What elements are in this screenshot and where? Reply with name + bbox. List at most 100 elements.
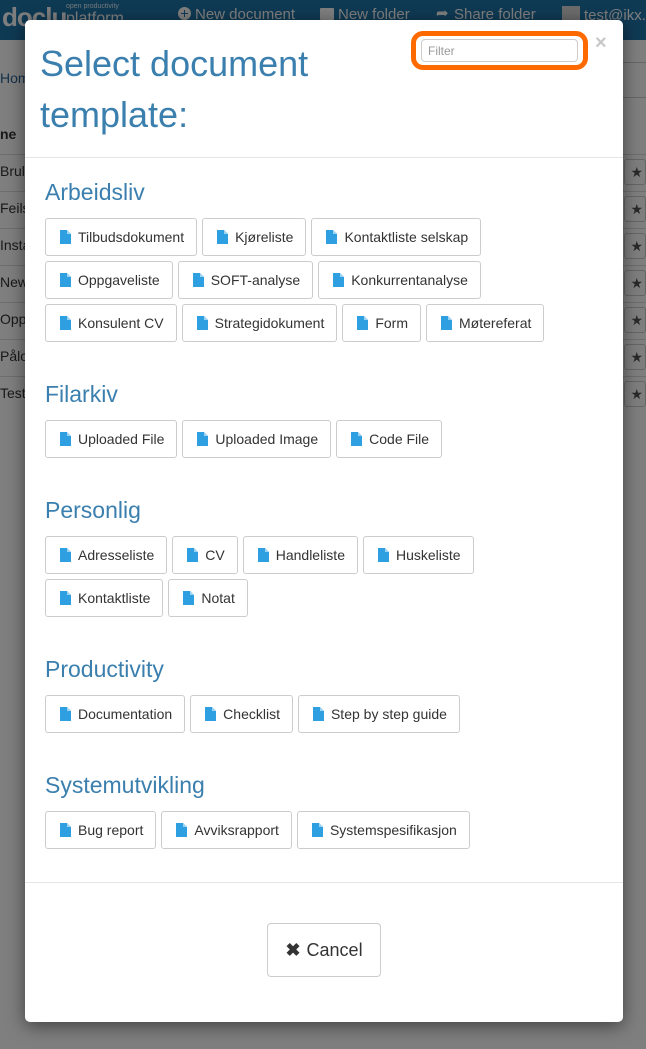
file-icon	[312, 707, 324, 721]
template-button-list: Tilbudsdokument Kjøreliste Kontaktliste se…	[45, 218, 590, 342]
template-button-list: Documentation Checklist Step by step guide	[45, 695, 590, 733]
template-button[interactable]: Code File	[336, 420, 443, 458]
file-icon	[176, 823, 188, 837]
close-x-icon: ✖	[285, 939, 301, 960]
file-icon	[60, 591, 71, 605]
template-button-list: Adresseliste CV Handleliste Huskeliste Konta…	[45, 536, 590, 617]
file-icon	[377, 548, 389, 562]
template-sections: Arbeidsliv Tilbudsdokument Kjøreliste Konta…	[45, 178, 605, 887]
template-label: Form	[375, 315, 409, 331]
file-icon	[60, 823, 71, 837]
template-label: SOFT-analyse	[210, 272, 301, 288]
template-button[interactable]: Tilbudsdokument	[45, 218, 198, 256]
template-label: Konkurrentanalyse	[351, 272, 468, 288]
file-icon	[60, 230, 71, 244]
template-button[interactable]: Avviksrapport	[161, 811, 292, 849]
template-label: Huskeliste	[395, 547, 461, 563]
template-button[interactable]: Step by step guide	[297, 695, 460, 733]
filter-highlight	[411, 31, 588, 70]
template-button[interactable]: Handleliste	[242, 536, 358, 574]
file-icon	[60, 548, 71, 562]
template-label: Tilbudsdokument	[78, 229, 185, 245]
template-label: Avviksrapport	[194, 822, 279, 838]
file-icon	[217, 230, 229, 244]
file-icon	[60, 707, 71, 721]
template-label: Uploaded Image	[215, 431, 319, 447]
file-icon	[326, 230, 338, 244]
template-button[interactable]: Uploaded File	[45, 420, 178, 458]
file-icon	[351, 432, 363, 446]
template-button-list: Bug report Avviksrapport Systemspesifikasj…	[45, 811, 590, 849]
template-button[interactable]: Bug report	[45, 811, 157, 849]
file-icon	[192, 273, 204, 287]
template-button-list: Uploaded File Uploaded Image Code File	[45, 420, 590, 458]
section-title: Filarkiv	[45, 381, 118, 407]
template-section: Productivity Documentation Checklist Step b…	[45, 655, 605, 733]
footer-divider	[25, 882, 623, 883]
file-icon	[183, 591, 195, 605]
template-label: Code File	[369, 431, 430, 447]
file-icon	[441, 316, 453, 330]
file-icon	[257, 548, 269, 562]
template-label: Checklist	[223, 706, 280, 722]
template-label: Step by step guide	[330, 706, 447, 722]
template-section: Personlig Adresseliste CV Handleliste Huskel…	[45, 496, 605, 617]
template-section: Filarkiv Uploaded File Uploaded Image Code …	[45, 380, 605, 458]
template-label: Konsulent CV	[78, 315, 164, 331]
template-button[interactable]: Oppgaveliste	[45, 261, 173, 299]
template-section: Systemutvikling Bug report Avviksrapport Sy…	[45, 771, 605, 849]
template-label: Notat	[201, 590, 235, 606]
cancel-button[interactable]: ✖ Cancel	[267, 923, 381, 977]
template-button[interactable]: Strategidokument	[181, 304, 338, 342]
template-label: Kjøreliste	[235, 229, 294, 245]
file-icon	[205, 707, 217, 721]
file-icon	[187, 548, 199, 562]
template-label: Documentation	[78, 706, 173, 722]
template-button[interactable]: Huskeliste	[362, 536, 474, 574]
template-button[interactable]: Møtereferat	[426, 304, 545, 342]
template-label: CV	[205, 547, 225, 563]
template-button[interactable]: Kjøreliste	[202, 218, 307, 256]
template-section: Arbeidsliv Tilbudsdokument Kjøreliste Konta…	[45, 178, 605, 342]
section-title: Systemutvikling	[45, 772, 205, 798]
section-title: Arbeidsliv	[45, 179, 145, 205]
template-button[interactable]: Konsulent CV	[45, 304, 177, 342]
file-icon	[197, 432, 209, 446]
header-divider	[25, 157, 623, 158]
template-label: Kontaktliste	[78, 590, 151, 606]
select-template-dialog: Select document template: × Arbeidsliv Ti…	[25, 20, 623, 1022]
template-label: Kontaktliste selskap	[344, 229, 469, 245]
template-label: Adresseliste	[78, 547, 155, 563]
template-button[interactable]: Konkurrentanalyse	[318, 261, 481, 299]
section-title: Personlig	[45, 497, 141, 523]
file-icon	[333, 273, 345, 287]
template-button[interactable]: Documentation	[45, 695, 186, 733]
template-button[interactable]: SOFT-analyse	[177, 261, 314, 299]
template-button[interactable]: Kontaktliste	[45, 579, 164, 617]
template-button[interactable]: Adresseliste	[45, 536, 168, 574]
template-label: Systemspesifikasjon	[329, 822, 457, 838]
template-button[interactable]: Systemspesifikasjon	[296, 811, 470, 849]
file-icon	[60, 316, 71, 330]
cancel-label: Cancel	[306, 939, 363, 960]
template-button[interactable]: Kontaktliste selskap	[311, 218, 482, 256]
file-icon	[357, 316, 369, 330]
template-button[interactable]: CV	[172, 536, 238, 574]
template-label: Strategidokument	[214, 315, 325, 331]
template-label: Handleliste	[275, 547, 345, 563]
file-icon	[60, 432, 71, 446]
template-button[interactable]: Uploaded Image	[182, 420, 332, 458]
file-icon	[60, 273, 71, 287]
template-button[interactable]: Form	[342, 304, 422, 342]
template-button[interactable]: Checklist	[190, 695, 293, 733]
template-label: Uploaded File	[78, 431, 165, 447]
file-icon	[196, 316, 208, 330]
template-label: Møtereferat	[459, 315, 532, 331]
close-icon[interactable]: ×	[595, 33, 607, 53]
template-label: Bug report	[78, 822, 144, 838]
file-icon	[311, 823, 323, 837]
template-button[interactable]: Notat	[168, 579, 248, 617]
section-title: Productivity	[45, 656, 164, 682]
filter-input[interactable]	[421, 39, 578, 62]
dialog-title: Select document template:	[40, 43, 309, 135]
